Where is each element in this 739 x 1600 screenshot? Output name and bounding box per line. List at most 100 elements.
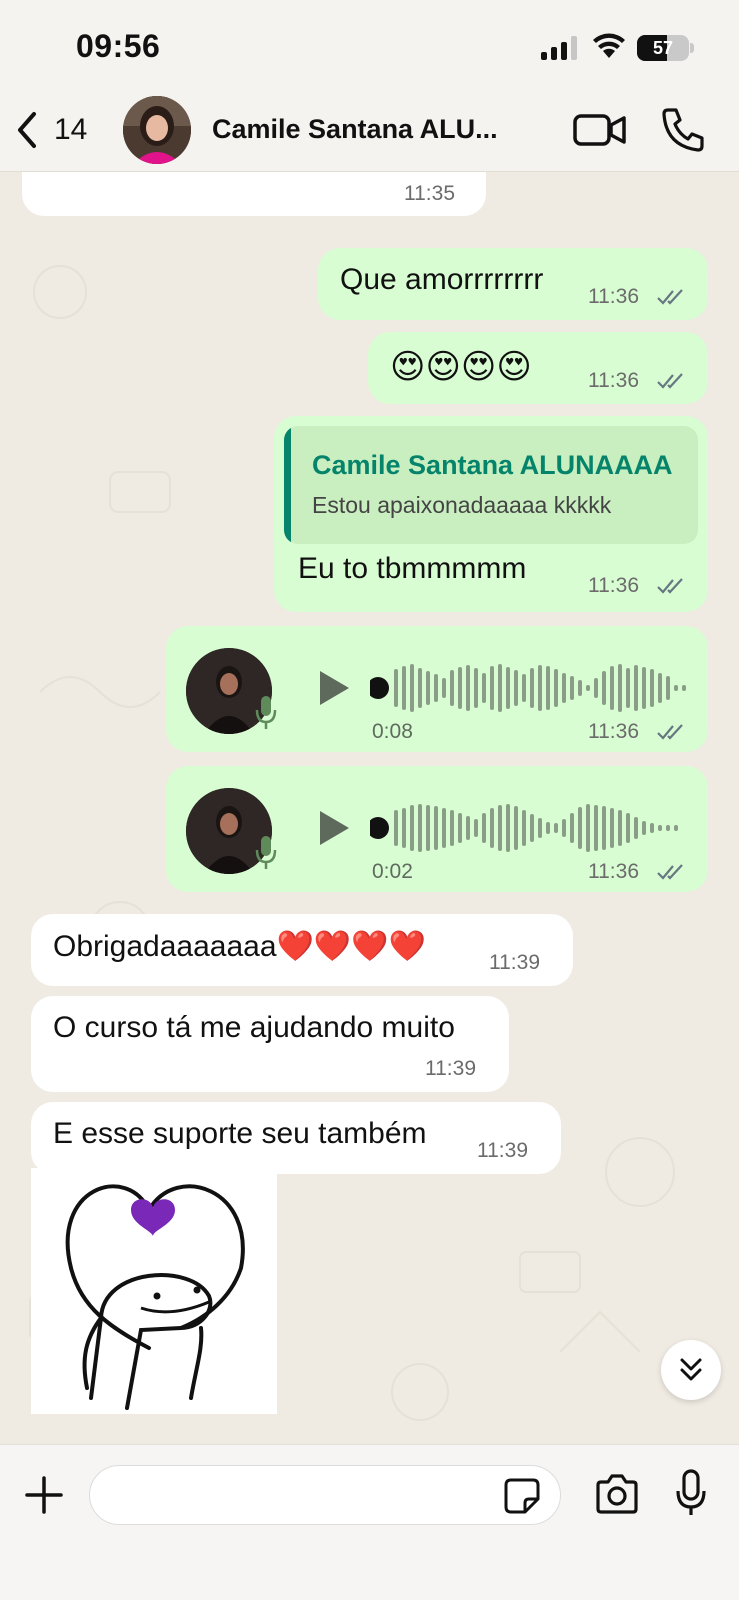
mic-icon bbox=[255, 696, 277, 729]
contact-avatar[interactable] bbox=[123, 96, 191, 164]
video-call-icon[interactable] bbox=[573, 110, 627, 150]
voice-message-outgoing[interactable]: 0:02 11:36 bbox=[166, 766, 708, 892]
waveform-bar bbox=[514, 806, 518, 850]
waveform-bar bbox=[650, 669, 654, 707]
waveform-bar bbox=[634, 665, 638, 711]
waveform-bar bbox=[554, 669, 558, 707]
waveform-bar bbox=[626, 668, 630, 708]
waveform-playhead[interactable] bbox=[370, 817, 389, 839]
contact-name[interactable]: Camile Santana ALU... bbox=[212, 114, 498, 145]
back-chevron-icon bbox=[18, 112, 36, 148]
battery-tip bbox=[690, 43, 694, 53]
voice-duration: 0:08 bbox=[372, 720, 413, 743]
status-bar: 09:56 57 bbox=[0, 0, 739, 90]
message-bubble-outgoing[interactable]: Que amorrrrrrrr 11:36 bbox=[318, 248, 708, 320]
message-composer bbox=[0, 1444, 739, 1600]
message-list[interactable]: 11:35 Que amorrrrrrrr 11:36 😍😍😍😍 11:36 C… bbox=[0, 172, 739, 1444]
waveform-bar bbox=[546, 666, 550, 710]
unread-count: 14 bbox=[54, 113, 88, 146]
waveform-bar bbox=[594, 805, 598, 851]
waveform-bar bbox=[530, 668, 534, 708]
waveform-bar bbox=[610, 808, 614, 848]
avatar-photo bbox=[123, 96, 191, 164]
message-bubble-outgoing-reply[interactable]: Camile Santana ALUNAAAA Estou apaixonada… bbox=[274, 416, 708, 612]
waveform-bar bbox=[642, 821, 646, 835]
scroll-down-icon bbox=[680, 1358, 702, 1381]
waveform-bar bbox=[570, 676, 574, 700]
waveform-bar bbox=[674, 825, 678, 831]
message-time: 11:39 bbox=[489, 951, 540, 974]
waveform-bar bbox=[434, 674, 438, 702]
waveform-bar bbox=[482, 673, 486, 703]
message-bubble-incoming[interactable]: O curso tá me ajudando muito 11:39 bbox=[31, 996, 509, 1092]
waveform-bar bbox=[666, 676, 670, 700]
message-bubble-incoming[interactable]: E esse suporte seu também 11:39 bbox=[31, 1102, 561, 1174]
message-bubble-incoming[interactable]: Obrigadaaaaaaa❤️❤️❤️❤️ 11:39 bbox=[31, 914, 573, 986]
message-text: Obrigadaaaaaaa❤️❤️❤️❤️ bbox=[53, 930, 426, 963]
mic-icon[interactable] bbox=[675, 1469, 707, 1517]
waveform-bar bbox=[410, 805, 414, 851]
double-check-icon bbox=[657, 724, 683, 740]
message-input[interactable] bbox=[89, 1465, 561, 1525]
waveform-bar bbox=[402, 666, 406, 710]
waveform-bar bbox=[450, 810, 454, 846]
voice-message-outgoing[interactable]: 0:08 11:36 bbox=[166, 626, 708, 752]
quote-author: Camile Santana ALUNAAAA bbox=[312, 450, 673, 480]
waveform-bar bbox=[442, 808, 446, 848]
waveform-bar bbox=[434, 806, 438, 850]
audio-waveform[interactable] bbox=[370, 656, 690, 720]
message-text: O curso tá me ajudando muito bbox=[53, 1011, 455, 1044]
waveform-bar bbox=[618, 810, 622, 846]
audio-waveform[interactable] bbox=[370, 796, 690, 860]
waveform-bar bbox=[546, 822, 550, 834]
waveform-bar bbox=[626, 813, 630, 843]
waveform-playhead[interactable] bbox=[370, 677, 389, 699]
plus-icon[interactable] bbox=[24, 1475, 64, 1515]
message-time: 11:36 bbox=[588, 720, 639, 743]
waveform-bar bbox=[658, 673, 662, 703]
waveform-bar bbox=[570, 813, 574, 843]
flork-heart-sticker bbox=[65, 1184, 245, 1410]
cellular-signal-icon bbox=[541, 36, 579, 60]
waveform-bar bbox=[418, 804, 422, 852]
waveform-bar bbox=[522, 810, 526, 846]
back-button[interactable]: 14 bbox=[14, 108, 104, 152]
waveform-bar bbox=[490, 808, 494, 848]
waveform-bar bbox=[642, 667, 646, 709]
status-time: 09:56 bbox=[76, 28, 161, 64]
waveform-bar bbox=[418, 668, 422, 708]
sticker-icon[interactable] bbox=[503, 1477, 541, 1515]
camera-icon[interactable] bbox=[594, 1473, 640, 1515]
waveform-bar bbox=[554, 823, 558, 833]
waveform-bar bbox=[450, 670, 454, 706]
waveform-bar bbox=[594, 678, 598, 698]
waveform-bar bbox=[538, 665, 542, 711]
battery-percentage: 57 bbox=[652, 38, 674, 58]
play-icon[interactable] bbox=[316, 808, 352, 848]
waveform-bar bbox=[466, 816, 470, 840]
scroll-to-bottom-button[interactable] bbox=[661, 1340, 721, 1400]
phone-icon[interactable] bbox=[660, 106, 704, 152]
waveform-bar bbox=[650, 823, 654, 833]
whatsapp-chat-screen: 09:56 57 14 Camile Santana ALU... 11:35 … bbox=[0, 0, 739, 1600]
quoted-message[interactable]: Camile Santana ALUNAAAA Estou apaixonada… bbox=[284, 426, 698, 544]
waveform-bar bbox=[666, 825, 670, 831]
waveform-bar bbox=[602, 671, 606, 705]
waveform-bar bbox=[498, 805, 502, 851]
waveform-bar bbox=[410, 664, 414, 712]
message-text: 😍😍😍😍 bbox=[390, 348, 532, 386]
waveform-bar bbox=[522, 674, 526, 702]
play-icon[interactable] bbox=[316, 668, 352, 708]
waveform-bar bbox=[618, 664, 622, 712]
waveform-bar bbox=[578, 680, 582, 696]
message-bubble-outgoing[interactable]: 😍😍😍😍 11:36 bbox=[368, 332, 708, 404]
waveform-bar bbox=[562, 673, 566, 703]
waveform-bar bbox=[458, 667, 462, 709]
double-check-icon bbox=[657, 864, 683, 880]
quote-text: Estou apaixonadaaaaa kkkkk bbox=[312, 492, 612, 518]
message-text: E esse suporte seu também bbox=[53, 1117, 427, 1150]
sticker-message[interactable] bbox=[31, 1168, 277, 1414]
quote-accent-bar bbox=[284, 426, 291, 544]
waveform-bar bbox=[466, 665, 470, 711]
message-bubble-incoming[interactable]: 11:35 bbox=[22, 172, 486, 216]
